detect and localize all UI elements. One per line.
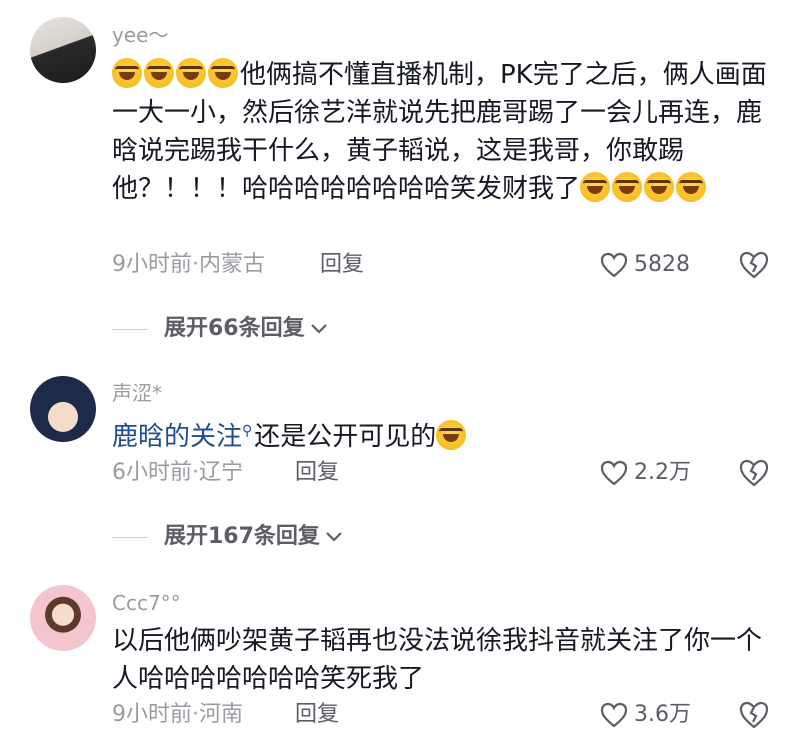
avatar[interactable] bbox=[30, 585, 96, 651]
chevron-down-icon bbox=[310, 324, 327, 334]
reply-button[interactable]: 回复 bbox=[295, 700, 339, 730]
comment-text-content: 还是公开可见的 bbox=[254, 422, 437, 452]
avatar[interactable] bbox=[30, 17, 96, 83]
divider bbox=[112, 328, 148, 330]
mention-link[interactable]: 鹿晗的关注 bbox=[112, 422, 242, 452]
avatar[interactable] bbox=[30, 376, 96, 442]
comment-text: 以后他俩吵架黄子韬再也没法说徐我抖音就关注了你一个人哈哈哈哈哈哈哈笑死我了 bbox=[112, 626, 763, 694]
search-icon: ⚲ bbox=[242, 423, 253, 439]
chevron-down-icon bbox=[326, 532, 342, 542]
heart-outline-icon bbox=[600, 702, 628, 728]
laughing-crying-emoji-icon bbox=[436, 420, 467, 450]
like-count: 5828 bbox=[634, 252, 690, 277]
comment-meta: 9小时前·内蒙古 bbox=[112, 252, 265, 277]
like-button[interactable]: 5828 bbox=[600, 250, 690, 280]
username[interactable]: Ccc7°° bbox=[112, 590, 181, 616]
dislike-button[interactable] bbox=[738, 458, 770, 488]
expand-replies-label: 展开66条回复 bbox=[164, 316, 305, 341]
laughing-crying-emoji-icon bbox=[112, 58, 142, 88]
laughing-crying-emoji-icon bbox=[176, 58, 206, 88]
like-count: 2.2万 bbox=[634, 460, 691, 485]
dislike-button[interactable] bbox=[738, 700, 770, 730]
broken-heart-icon bbox=[739, 459, 769, 487]
comment-meta: 9小时前·河南 bbox=[112, 702, 243, 727]
expand-replies-button[interactable]: 展开167条回复 bbox=[112, 522, 344, 552]
divider bbox=[112, 536, 148, 538]
reply-button[interactable]: 回复 bbox=[320, 250, 364, 280]
username[interactable]: yee～ bbox=[112, 22, 168, 48]
expand-replies-label: 展开167条回复 bbox=[164, 524, 320, 549]
like-button[interactable]: 2.2万 bbox=[600, 458, 691, 488]
laughing-crying-emoji-icon bbox=[208, 58, 238, 88]
reply-button[interactable]: 回复 bbox=[295, 458, 339, 488]
heart-outline-icon bbox=[600, 460, 628, 486]
username[interactable]: 声涩* bbox=[112, 380, 162, 406]
laughing-crying-emoji-icon bbox=[144, 58, 174, 88]
broken-heart-icon bbox=[739, 251, 769, 279]
dislike-button[interactable] bbox=[738, 250, 770, 280]
heart-outline-icon bbox=[600, 252, 628, 278]
laughing-crying-emoji-icon bbox=[676, 172, 707, 202]
laughing-crying-emoji-icon bbox=[580, 172, 611, 202]
like-count: 3.6万 bbox=[634, 702, 691, 727]
comment-meta: 6小时前·辽宁 bbox=[112, 460, 243, 485]
expand-replies-button[interactable]: 展开66条回复 bbox=[112, 314, 329, 344]
laughing-crying-emoji-icon bbox=[612, 172, 643, 202]
broken-heart-icon bbox=[739, 701, 769, 729]
comment-text: 鹿晗的关注⚲还是公开可见的 bbox=[112, 412, 772, 456]
laughing-crying-emoji-icon bbox=[644, 172, 675, 202]
comment-text: 他俩搞不懂直播机制，PK完了之后，俩人画面一大一小，然后徐艺洋就说先把鹿哥踢了一… bbox=[112, 56, 772, 208]
like-button[interactable]: 3.6万 bbox=[600, 700, 691, 730]
